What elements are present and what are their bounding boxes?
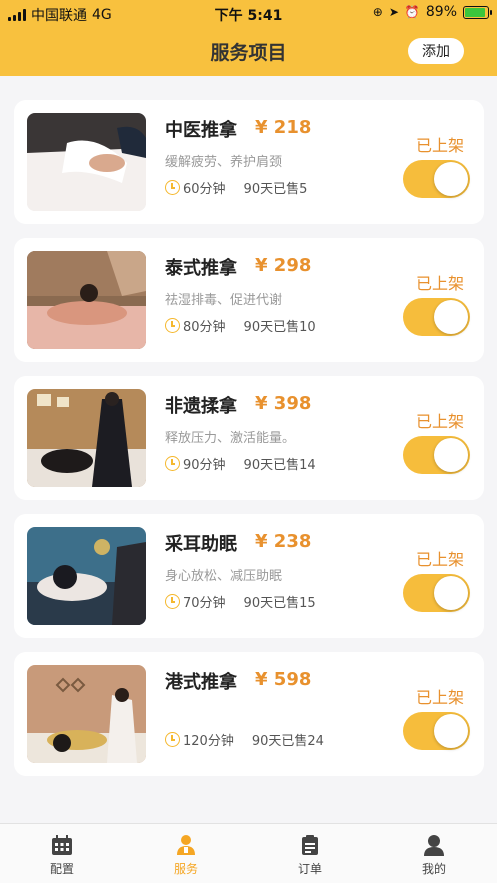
service-sold: 90天已售14 [243,458,316,473]
toggle-knob [434,576,468,610]
alarm-icon: ⏰ [404,5,420,19]
tab-orders[interactable]: 订单 [270,824,350,883]
service-thumbnail [27,389,146,487]
service-card[interactable]: 港式推拿 ¥ 598 120分钟 90天已售24 已上架 [14,652,484,776]
service-status: 已上架 [415,136,464,155]
clock-icon [165,594,180,609]
listing-toggle[interactable] [403,436,470,474]
service-desc: 释放压力、激活能量。 [165,431,296,446]
clock-icon [165,456,180,471]
service-price: ¥ 218 [255,117,312,138]
service-thumbnail [27,665,146,763]
service-status: 已上架 [415,688,464,707]
service-meta: 80分钟 90天已售10 [165,316,316,335]
service-list: 中医推拿 ¥ 218 缓解疲劳、养护肩颈 60分钟 90天已售5 已上架 泰式推… [14,100,484,790]
service-thumbnail [27,527,146,625]
service-sold: 90天已售5 [243,182,308,197]
clock-icon [165,180,180,195]
status-right: ⊕ ➤ ⏰ 89% [372,4,492,20]
service-price: ¥ 298 [255,255,312,276]
tab-label: 配置 [49,862,74,876]
add-button[interactable]: 添加 [408,38,464,64]
rotation-lock-icon: ⊕ [372,5,383,19]
listing-toggle[interactable] [403,160,470,198]
toggle-knob [434,714,468,748]
service-card[interactable]: 泰式推拿 ¥ 298 祛湿排毒、促进代谢 80分钟 90天已售10 已上架 [14,238,484,362]
service-duration: 60分钟 [183,182,226,197]
service-card[interactable]: 中医推拿 ¥ 218 缓解疲劳、养护肩颈 60分钟 90天已售5 已上架 [14,100,484,224]
clipboard-icon [299,834,321,856]
service-duration: 120分钟 [183,734,234,749]
tab-label: 服务 [173,862,198,876]
service-price: ¥ 238 [255,531,312,552]
service-sold: 90天已售15 [243,596,316,611]
service-status: 已上架 [415,274,464,293]
service-thumbnail [27,251,146,349]
tab-label: 订单 [297,862,322,876]
listing-toggle[interactable] [403,712,470,750]
service-name: 港式推拿 [165,672,237,693]
service-card[interactable]: 非遗揉拿 ¥ 398 释放压力、激活能量。 90分钟 90天已售14 已上架 [14,376,484,500]
tab-mine[interactable]: 我的 [394,824,474,883]
staff-icon [175,834,197,856]
service-price: ¥ 398 [255,393,312,414]
service-meta: 60分钟 90天已售5 [165,178,307,197]
location-icon: ➤ [388,5,399,19]
service-name: 泰式推拿 [165,258,237,279]
service-name: 非遗揉拿 [165,396,237,417]
service-price: ¥ 598 [255,669,312,690]
service-desc: 身心放松、减压助眠 [165,569,283,584]
service-status: 已上架 [415,412,464,431]
service-meta: 90分钟 90天已售14 [165,454,316,473]
service-meta: 70分钟 90天已售15 [165,592,316,611]
battery-icon [463,5,492,19]
tab-label: 我的 [421,862,446,876]
service-desc: 祛湿排毒、促进代谢 [165,293,283,308]
service-duration: 70分钟 [183,596,226,611]
tab-config[interactable]: 配置 [22,824,102,883]
clock-icon [165,732,180,747]
toggle-knob [434,438,468,472]
service-name: 采耳助眠 [165,534,237,555]
tab-bar: 配置 服务 订单 我的 [0,823,497,883]
service-duration: 80分钟 [183,320,226,335]
status-bar: 中国联通 4G 下午 5:41 ⊕ ➤ ⏰ 89% [0,0,497,26]
service-meta: 120分钟 90天已售24 [165,730,324,749]
service-card[interactable]: 采耳助眠 ¥ 238 身心放松、减压助眠 70分钟 90天已售15 已上架 [14,514,484,638]
service-thumbnail [27,113,146,211]
listing-toggle[interactable] [403,298,470,336]
listing-toggle[interactable] [403,574,470,612]
service-name: 中医推拿 [165,120,237,141]
header: 中国联通 4G 下午 5:41 ⊕ ➤ ⏰ 89% 服务项目 添加 [0,0,497,76]
service-sold: 90天已售24 [251,734,324,749]
toggle-knob [434,162,468,196]
clock-icon [165,318,180,333]
service-desc: 缓解疲劳、养护肩颈 [165,155,283,170]
battery-percent: 89% [425,4,457,20]
calendar-icon [51,834,73,856]
user-icon [423,834,445,856]
service-sold: 90天已售10 [243,320,316,335]
service-duration: 90分钟 [183,458,226,473]
service-status: 已上架 [415,550,464,569]
tab-service[interactable]: 服务 [146,824,226,883]
toggle-knob [434,300,468,334]
